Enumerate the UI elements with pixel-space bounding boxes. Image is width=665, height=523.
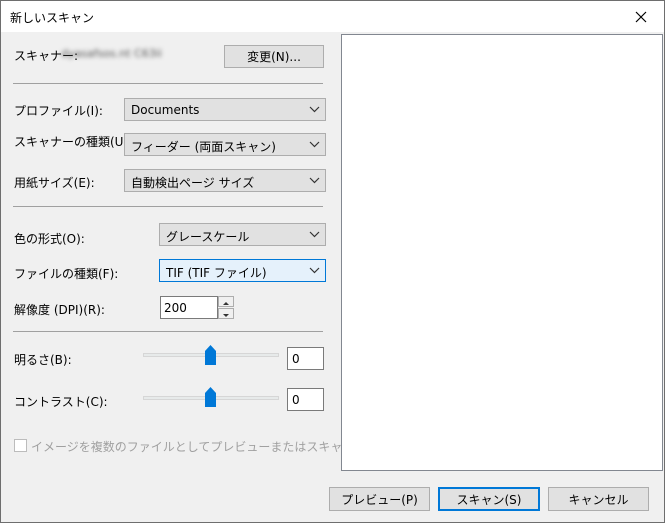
profile-value: Documents (131, 103, 200, 117)
window-title: 新しいスキャン (10, 11, 95, 25)
cancel-button[interactable]: キャンセル (548, 487, 649, 511)
file-type-label: ファイルの種類(F): (14, 267, 119, 281)
resolution-input[interactable]: 200 (160, 296, 218, 319)
chevron-down-icon (309, 177, 320, 184)
paper-size-value: 自動検出ページ サイズ (131, 176, 255, 190)
chevron-down-icon (309, 267, 320, 274)
spin-up-button[interactable] (218, 296, 234, 307)
brightness-input[interactable]: 0 (287, 347, 324, 370)
close-button[interactable] (618, 1, 664, 32)
chevron-down-icon (309, 231, 320, 238)
change-scanner-button[interactable]: 変更(N)... (224, 45, 324, 68)
contrast-slider-thumb[interactable] (205, 387, 216, 407)
preview-button[interactable]: プレビュー(P) (329, 487, 430, 511)
separator (13, 331, 323, 332)
resolution-label: 解像度 (DPI)(R): (14, 303, 105, 317)
source-label: スキャナーの種類(U): (14, 135, 133, 149)
profile-label: プロファイル(I): (14, 104, 103, 118)
separator (13, 206, 323, 207)
file-type-select[interactable]: TIF (TIF ファイル) (159, 259, 326, 282)
chevron-down-icon (309, 141, 320, 148)
scanner-name: dyasafsos.nt C63ii (61, 47, 162, 60)
file-type-value: TIF (TIF ファイル) (166, 266, 267, 280)
separator (13, 83, 323, 84)
source-select[interactable]: フィーダー (両面スキャン) (124, 133, 326, 156)
resolution-spinner[interactable]: 200 (160, 296, 234, 319)
preview-area (341, 34, 663, 471)
arrow-down-icon (223, 314, 229, 317)
arrow-up-icon (223, 302, 229, 305)
close-icon (635, 11, 647, 22)
paper-size-label: 用紙サイズ(E): (14, 176, 95, 190)
color-format-value: グレースケール (166, 230, 250, 244)
contrast-label: コントラスト(C): (14, 395, 108, 409)
source-value: フィーダー (両面スキャン) (131, 140, 276, 154)
spin-down-button[interactable] (218, 308, 234, 319)
title-bar: 新しいスキャン (1, 1, 664, 32)
contrast-input[interactable]: 0 (287, 388, 324, 411)
profile-select[interactable]: Documents (124, 98, 326, 121)
scan-button[interactable]: スキャン(S) (438, 487, 540, 511)
brightness-slider-thumb[interactable] (205, 345, 216, 365)
brightness-label: 明るさ(B): (14, 353, 72, 367)
color-format-select[interactable]: グレースケール (159, 223, 326, 246)
chevron-down-icon (309, 106, 320, 113)
paper-size-select[interactable]: 自動検出ページ サイズ (124, 169, 326, 192)
color-format-label: 色の形式(O): (14, 232, 85, 246)
multi-file-checkbox[interactable] (14, 439, 27, 452)
new-scan-dialog: 新しいスキャン スキャナー: dyasafsos.nt C63ii 変更(N).… (0, 0, 665, 523)
